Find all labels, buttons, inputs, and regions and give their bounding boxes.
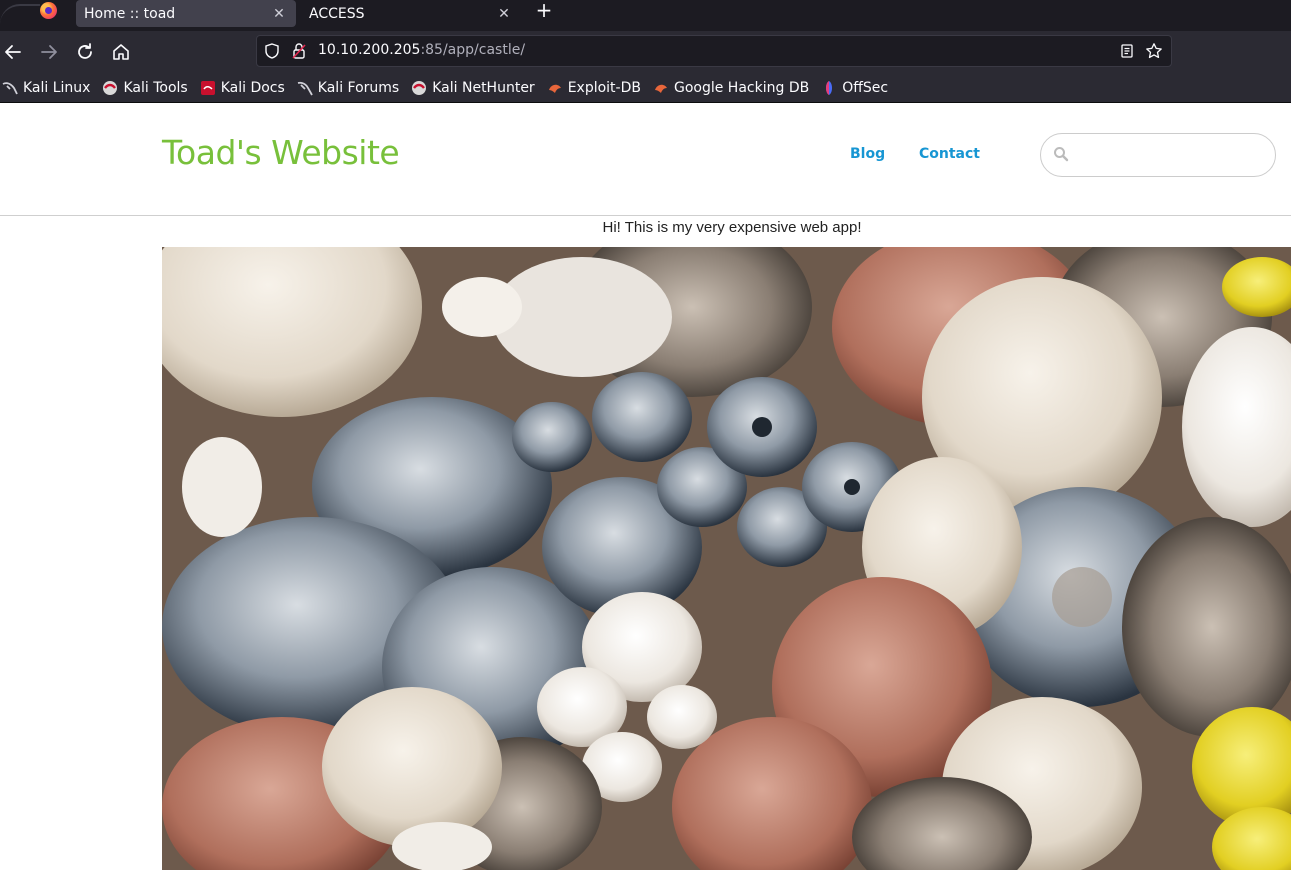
search-input[interactable] <box>1075 142 1265 168</box>
kali-docs-icon <box>200 80 216 96</box>
navigation-toolbar: 10.10.200.205:85/app/castle/ <box>0 31 1291 73</box>
site-title[interactable]: Toad's Website <box>162 133 400 172</box>
bookmark-kali-nethunter[interactable]: Kali NetHunter <box>411 79 535 96</box>
bookmark-exploit-db[interactable]: Exploit-DB <box>547 80 641 96</box>
bookmark-label: OffSec <box>842 79 889 96</box>
exploit-db-icon <box>547 80 563 96</box>
tab-title: ACCESS <box>309 5 365 22</box>
hero-image-mushrooms <box>162 247 1291 870</box>
kali-dragon-icon <box>0 4 40 24</box>
search-box[interactable] <box>1040 133 1276 177</box>
insecure-lock-icon[interactable] <box>291 42 307 60</box>
web-page: Toad's Website Blog Contact Hi! This is … <box>0 103 1291 870</box>
bookmark-label: Kali NetHunter <box>432 79 535 96</box>
forward-arrow-icon[interactable] <box>37 40 61 64</box>
kali-tools-icon <box>102 80 118 96</box>
kali-forums-icon <box>297 80 313 96</box>
back-arrow-icon[interactable] <box>1 40 25 64</box>
nav-link-contact[interactable]: Contact <box>919 146 980 162</box>
search-icon <box>1053 146 1069 162</box>
tab-bar: Home :: toad ✕ ACCESS ✕ + <box>0 0 1291 31</box>
reload-icon[interactable] <box>73 40 97 64</box>
bookmark-label: Kali Forums <box>317 79 400 96</box>
bookmark-kali-linux[interactable]: Kali Linux <box>2 80 90 96</box>
url-text[interactable]: 10.10.200.205:85/app/castle/ <box>318 42 525 58</box>
kali-nethunter-icon <box>411 80 427 96</box>
address-bar[interactable]: 10.10.200.205:85/app/castle/ <box>256 35 1172 67</box>
tab-access[interactable]: ACCESS ✕ <box>301 0 521 27</box>
bookmark-label: Exploit-DB <box>567 79 641 96</box>
close-icon[interactable]: ✕ <box>268 6 290 22</box>
new-tab-button[interactable]: + <box>533 0 555 22</box>
greeting-text: Hi! This is my very expensive web app! <box>602 219 862 236</box>
url-path: :85/app/castle/ <box>420 42 526 58</box>
url-host: 10.10.200.205 <box>318 42 421 58</box>
bookmark-label: Kali Linux <box>23 79 91 96</box>
bookmark-kali-tools[interactable]: Kali Tools <box>102 79 188 96</box>
bookmark-star-icon[interactable] <box>1145 42 1163 60</box>
offsec-icon <box>821 80 837 96</box>
firefox-menu-button[interactable] <box>0 0 70 31</box>
site-header: Toad's Website Blog Contact <box>0 103 1291 216</box>
close-icon[interactable]: ✕ <box>493 6 515 22</box>
home-icon[interactable] <box>109 40 133 64</box>
bookmark-ghdb[interactable]: Google Hacking DB <box>653 80 809 96</box>
bookmark-kali-docs[interactable]: Kali Docs <box>200 80 285 96</box>
ghdb-icon <box>653 80 669 96</box>
bookmark-label: Kali Tools <box>123 79 188 96</box>
tab-home-toad[interactable]: Home :: toad ✕ <box>76 0 296 27</box>
bookmark-label: Kali Docs <box>220 79 285 96</box>
bookmark-kali-forums[interactable]: Kali Forums <box>297 80 399 96</box>
tab-title: Home :: toad <box>84 5 176 22</box>
kali-dragon-icon <box>2 80 18 96</box>
bookmark-offsec[interactable]: OffSec <box>821 80 888 96</box>
nav-link-blog[interactable]: Blog <box>850 146 885 162</box>
bookmark-label: Google Hacking DB <box>673 79 810 96</box>
tracking-shield-icon[interactable] <box>263 42 281 60</box>
firefox-icon <box>40 2 57 19</box>
reader-view-icon[interactable] <box>1119 43 1135 59</box>
bookmarks-toolbar: Kali Linux Kali Tools Kali Docs Kali For… <box>0 73 1291 103</box>
